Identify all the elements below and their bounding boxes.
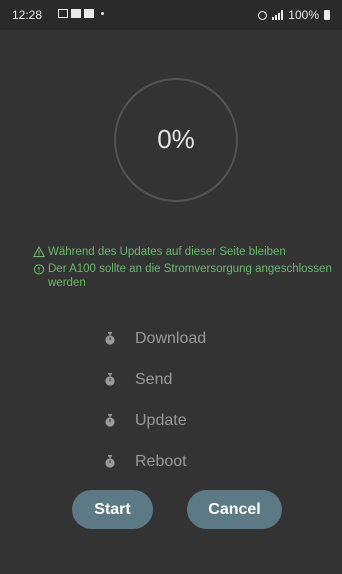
warning-messages: Während des Updates auf dieser Seite ble… xyxy=(33,245,333,293)
alarm-icon xyxy=(258,10,268,20)
gallery-notification-icon xyxy=(58,9,68,18)
start-button[interactable]: Start xyxy=(72,490,153,529)
timer-icon xyxy=(105,373,115,386)
update-steps: Download Send Update Reboot xyxy=(104,318,206,482)
timer-icon xyxy=(105,455,115,468)
progress-ring: 0% xyxy=(114,78,238,202)
battery-percentage: 100% xyxy=(288,8,319,22)
warning-power-supply: Der A100 sollte an die Stromversorgung a… xyxy=(33,262,333,290)
warning-stay-on-page: Während des Updates auf dieser Seite ble… xyxy=(33,245,333,259)
timer-icon xyxy=(105,414,115,427)
status-time: 12:28 xyxy=(12,8,43,22)
progress-percentage: 0% xyxy=(157,124,195,154)
battery-icon xyxy=(324,10,330,20)
system-status: 100% xyxy=(258,8,330,22)
warning-text: Der A100 sollte an die Stromversorgung a… xyxy=(48,263,332,289)
timer-icon xyxy=(105,332,115,345)
step-label: Update xyxy=(135,411,187,429)
step-update: Update xyxy=(104,400,206,441)
signal-icon xyxy=(272,10,284,20)
app-notification-icon xyxy=(71,9,81,18)
step-label: Reboot xyxy=(135,452,187,470)
warning-triangle-icon xyxy=(33,246,45,258)
step-reboot: Reboot xyxy=(104,441,206,482)
more-notifications-icon xyxy=(101,12,104,15)
step-download: Download xyxy=(104,318,206,359)
cancel-button[interactable]: Cancel xyxy=(187,490,282,529)
step-label: Send xyxy=(135,370,173,388)
warning-text: Während des Updates auf dieser Seite ble… xyxy=(48,246,286,258)
notification-icons xyxy=(58,9,104,18)
app-notification-icon xyxy=(84,9,94,18)
update-screen: 12:28 100% 0% Während des Updates auf di… xyxy=(0,0,342,574)
status-bar: 12:28 100% xyxy=(0,0,342,30)
info-circle-icon xyxy=(33,264,45,275)
step-send: Send xyxy=(104,359,206,400)
step-label: Download xyxy=(135,329,207,347)
